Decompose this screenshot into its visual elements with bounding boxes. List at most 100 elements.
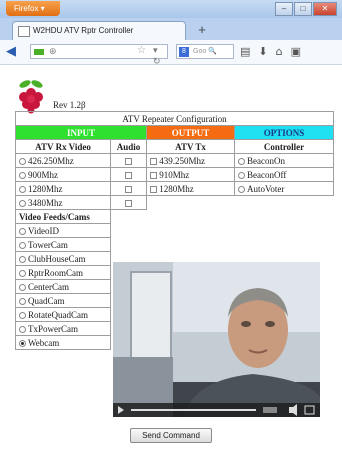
bookmark-star-icon[interactable]: ☆ (137, 45, 146, 56)
empty-cell (235, 196, 334, 210)
input-header: INPUT (15, 125, 147, 140)
controller-header: Controller (234, 139, 334, 154)
feed-option[interactable]: RptrRoomCam (15, 265, 111, 280)
audio-cell (110, 153, 147, 168)
empty-cell (111, 224, 334, 238)
radio-button[interactable] (19, 311, 26, 319)
audio-checkbox[interactable] (125, 199, 132, 207)
empty-cell (111, 238, 334, 252)
radio-button[interactable] (238, 185, 245, 193)
controller-option[interactable]: BeaconOff (234, 167, 334, 182)
controller-label: BeaconOn (247, 155, 285, 166)
rx-label: 426.250Mhz (28, 155, 74, 166)
audio-checkbox[interactable] (125, 157, 132, 165)
rx-option[interactable]: 900Mhz (15, 167, 111, 182)
radio-button[interactable] (19, 185, 26, 193)
rx-option[interactable]: 426.250Mhz (15, 153, 111, 168)
feed-option[interactable]: TxPowerCam (15, 321, 111, 336)
feed-label: CenterCam (28, 281, 69, 292)
feed-option[interactable]: RotateQuadCam (15, 307, 111, 322)
rx-label: 1280Mhz (28, 183, 63, 194)
tx-checkbox[interactable] (150, 157, 157, 165)
tx-option[interactable]: 910Mhz (146, 167, 235, 182)
window-titlebar: Firefox ▾ – □ ✕ (0, 0, 342, 18)
radio-button[interactable] (19, 297, 26, 305)
feed-option[interactable]: CenterCam (15, 279, 111, 294)
controller-label: BeaconOff (247, 169, 287, 180)
revision-label: Rev 1.2β (53, 100, 86, 110)
firefox-menu-button[interactable]: Firefox ▾ (6, 1, 60, 16)
controller-option[interactable]: AutoVoter (234, 181, 334, 196)
feed-option[interactable]: ClubHouseCam (15, 251, 111, 266)
feed-label: Webcam (28, 337, 60, 348)
feed-label: TxPowerCam (28, 323, 78, 334)
feed-label: ClubHouseCam (28, 253, 86, 264)
output-header: OUTPUT (146, 125, 235, 140)
send-command-button[interactable]: Send Command (130, 428, 212, 443)
reload-icon[interactable]: ▾ ↻ (153, 45, 167, 67)
feed-label: RotateQuadCam (28, 309, 88, 320)
audio-checkbox[interactable] (125, 185, 132, 193)
tx-checkbox[interactable] (150, 185, 157, 193)
feed-option[interactable]: VideoID (15, 223, 111, 238)
rx-option[interactable]: 1280Mhz (15, 181, 111, 196)
table-caption: ATV Repeater Configuration (15, 111, 334, 126)
radio-button[interactable] (238, 157, 245, 165)
navigation-toolbar: ◀ ⊕ ☆ ▾ ↻ 8 Goo 🔍 ▤ ⬇ ⌂ ▣ (0, 40, 342, 66)
tx-label: 1280Mhz (159, 183, 194, 194)
radio-button[interactable] (19, 325, 26, 333)
download-icon[interactable]: ⬇ (258, 44, 267, 60)
radio-button[interactable] (19, 199, 26, 207)
radio-button[interactable] (19, 227, 26, 235)
address-bar[interactable]: ⊕ ☆ ▾ ↻ (30, 44, 168, 66)
tx-label: 439.250Mhz (159, 155, 205, 166)
radio-button[interactable] (19, 269, 26, 277)
search-box[interactable]: 8 Goo 🔍 (176, 44, 234, 59)
radio-button[interactable] (19, 283, 26, 291)
search-engine-icon[interactable]: 8 (179, 47, 189, 57)
rx-option[interactable]: 3480Mhz (15, 195, 111, 210)
site-identity-icon[interactable] (34, 49, 44, 55)
feed-label: QuadCam (28, 295, 65, 306)
tx-option[interactable]: 439.250Mhz (146, 153, 235, 168)
audio-cell (110, 195, 147, 210)
minimize-button[interactable]: – (275, 2, 293, 16)
radio-button[interactable] (19, 157, 26, 165)
new-tab-button[interactable]: + (192, 22, 212, 38)
tx-header: ATV Tx (146, 139, 235, 154)
firefox-menu-label: Firefox (14, 4, 39, 13)
feed-option[interactable]: QuadCam (15, 293, 111, 308)
rx-video-header: ATV Rx Video (15, 139, 111, 154)
tx-checkbox[interactable] (150, 171, 157, 179)
options-header: OPTIONS (234, 125, 334, 140)
radio-button[interactable] (19, 171, 26, 179)
tx-label: 910Mhz (159, 169, 190, 180)
webcam-video-player[interactable] (113, 262, 320, 417)
tab-title: W2HDU ATV Rptr Controller (33, 26, 134, 35)
back-arrow-icon[interactable]: ◀ (6, 44, 24, 60)
search-placeholder: Goo (193, 48, 207, 55)
raspberry-pi-logo (19, 80, 43, 114)
radio-button[interactable] (19, 255, 26, 263)
tx-option[interactable]: 1280Mhz (146, 181, 235, 196)
bookmarks-menu-icon[interactable]: ▤ (240, 44, 250, 60)
page-favicon-icon (18, 26, 30, 37)
empty-cell (111, 210, 334, 224)
feed-label: TowerCam (28, 239, 68, 250)
video-feeds-header: Video Feeds/Cams (15, 209, 111, 224)
feed-label: RptrRoomCam (28, 267, 84, 278)
radio-button[interactable] (238, 171, 245, 179)
home-icon[interactable]: ⌂ (276, 44, 283, 60)
radio-button[interactable] (19, 241, 26, 249)
controller-label: AutoVoter (247, 183, 285, 194)
controller-option[interactable]: BeaconOn (234, 153, 334, 168)
tab-rptr-controller[interactable]: W2HDU ATV Rptr Controller (12, 21, 186, 40)
feed-option[interactable]: TowerCam (15, 237, 111, 252)
audio-checkbox[interactable] (125, 171, 132, 179)
close-button[interactable]: ✕ (313, 2, 337, 16)
maximize-button[interactable]: □ (294, 2, 312, 16)
rx-label: 3480Mhz (28, 197, 63, 208)
pocket-icon[interactable]: ▣ (291, 44, 301, 60)
radio-button-selected[interactable] (19, 339, 26, 347)
feed-option-selected[interactable]: Webcam (15, 335, 111, 350)
